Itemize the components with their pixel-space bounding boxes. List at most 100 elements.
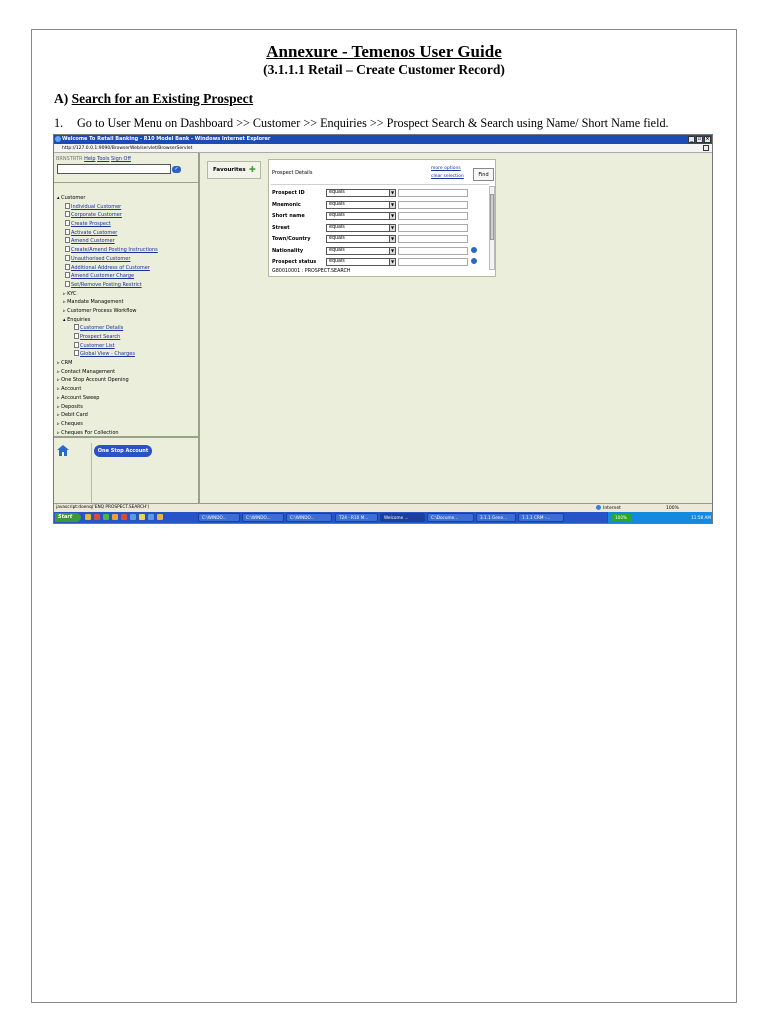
close-icon[interactable]: × (704, 136, 711, 143)
menu-item-label[interactable]: KYC (67, 291, 76, 297)
clear-selection-link[interactable]: clear selection (431, 174, 464, 179)
quick-launch-icon[interactable] (139, 514, 145, 520)
taskbar-item[interactable]: C:\Docume... (427, 513, 474, 522)
menu-item-label[interactable]: Create/Amend Posting Instructions (71, 247, 158, 253)
quick-launch-icon[interactable] (103, 514, 109, 520)
menu-item[interactable]: Customer Details (57, 324, 158, 333)
taskbar-item[interactable]: Welcome ... (380, 513, 425, 522)
chevron-down-icon[interactable]: ▼ (389, 201, 395, 208)
operator-value[interactable]: equals (329, 225, 345, 230)
menu-item[interactable]: ▹ Customer Process Workflow (57, 307, 158, 316)
menu-item[interactable]: ▹ KYC (57, 290, 158, 299)
chevron-down-icon[interactable]: ▼ (389, 224, 395, 231)
operator-select[interactable]: equals ▼ (326, 246, 396, 255)
menu-item-label[interactable]: Activate Customer (71, 230, 117, 236)
operator-select[interactable]: equals ▼ (326, 212, 396, 220)
taskbar-item[interactable]: 3.1.1 Gene... (476, 513, 516, 522)
menu-item[interactable]: Additional Address of Customer (57, 263, 158, 273)
menu-item-label[interactable]: Cheques (61, 421, 83, 427)
operator-value[interactable]: equals (329, 213, 345, 218)
menu-item[interactable]: ▹ Debit Card (57, 411, 158, 420)
operator-select[interactable]: equals ▼ (326, 189, 396, 197)
menu-item-label[interactable]: Corporate Customer (71, 212, 122, 218)
taskbar-item[interactable]: 1.1.1 CRM -... (518, 513, 564, 522)
chevron-down-icon[interactable]: ▼ (389, 213, 395, 219)
operator-select[interactable]: equals ▼ (326, 235, 396, 243)
criteria-value-input[interactable] (398, 200, 468, 209)
address-bar[interactable]: http://127.0.0.1:9090/BrowserWeb/servlet… (54, 144, 712, 153)
operator-value[interactable]: equals (329, 202, 345, 207)
menu-item[interactable]: Amend Customer (57, 237, 158, 246)
help-link[interactable]: Help (84, 156, 95, 162)
chevron-down-icon[interactable]: ▼ (389, 259, 395, 265)
operator-select[interactable]: equals ▼ (326, 200, 396, 209)
menu-item-label[interactable]: CRM (61, 360, 72, 366)
tools-link[interactable]: Tools (97, 156, 109, 162)
taskbar-item[interactable]: C:\WINDO... (242, 513, 284, 522)
home-icon[interactable] (57, 445, 69, 456)
menu-item[interactable]: ▴ Enquiries (57, 316, 158, 325)
criteria-value-input[interactable] (398, 258, 468, 266)
menu-item-label[interactable]: Account (61, 386, 81, 392)
menu-item-label[interactable]: Mandate Management (67, 299, 123, 305)
maximize-icon[interactable]: ▫ (696, 136, 703, 143)
quick-launch-icon[interactable] (94, 514, 100, 520)
operator-value[interactable]: equals (329, 259, 345, 264)
scroll-thumb[interactable] (490, 194, 494, 240)
menu-item[interactable]: ▹ One Stop Account Opening (57, 376, 158, 385)
favourites-label[interactable]: Favourites (213, 167, 246, 173)
panel-scrollbar[interactable] (489, 186, 495, 270)
menu-item[interactable]: Customer List (57, 341, 158, 351)
operator-value[interactable]: equals (329, 236, 345, 241)
minimize-icon[interactable]: _ (688, 136, 695, 143)
menu-item-label[interactable]: Additional Address of Customer (71, 265, 150, 271)
operator-value[interactable]: equals (329, 248, 345, 253)
address-url[interactable]: http://127.0.0.1:9090/BrowserWeb/servlet… (62, 146, 192, 151)
command-input[interactable] (57, 164, 171, 174)
find-button[interactable]: Find (473, 168, 494, 181)
chevron-down-icon[interactable]: ▼ (389, 190, 395, 196)
menu-item[interactable]: ▹ CRM (57, 359, 158, 368)
menu-item[interactable]: Amend Customer Charge (57, 272, 158, 281)
menu-item-label[interactable]: Prospect Search (80, 334, 120, 340)
menu-item-label[interactable]: One Stop Account Opening (61, 377, 129, 383)
menu-item-label[interactable]: Debit Card (61, 412, 88, 418)
menu-item[interactable]: Set/Remove Posting Restrict (57, 280, 158, 290)
menu-item-label[interactable]: Global View - Charges (80, 351, 135, 357)
start-button[interactable]: Start (55, 513, 81, 522)
favourites-star-icon[interactable]: ✚ (249, 166, 257, 174)
menu-item-label[interactable]: Customer List (80, 343, 115, 349)
menu-item-label[interactable]: Amend Customer (71, 238, 115, 244)
taskbar-item[interactable]: C:\WINDO... (286, 513, 332, 522)
menu-item-label[interactable]: Individual Customer (71, 204, 121, 210)
menu-item[interactable]: Global View - Charges (57, 350, 158, 359)
address-dropdown-icon[interactable] (703, 145, 709, 151)
menu-item-label[interactable]: Enquiries (67, 317, 90, 323)
quick-launch-icon[interactable] (85, 514, 91, 520)
menu-item-label[interactable]: Cheques For Collection (61, 430, 118, 436)
criteria-value-input[interactable] (398, 223, 468, 232)
menu-item-label[interactable]: Customer Process Workflow (67, 308, 136, 314)
menu-item[interactable]: Unauthorised Customer (57, 254, 158, 264)
menu-item-label[interactable]: Deposits (61, 404, 83, 410)
quick-launch-icon[interactable] (121, 514, 127, 520)
menu-item[interactable]: ▹ Cheques (57, 420, 158, 429)
menu-item[interactable]: ▹ Account (57, 385, 158, 394)
menu-item-label[interactable]: Customer Details (80, 325, 123, 331)
menu-item[interactable]: Create Prospect (57, 220, 158, 229)
menu-item[interactable]: ▹ Mandate Management (57, 298, 158, 307)
go-button[interactable]: ✓ (172, 166, 181, 173)
menu-item[interactable]: Prospect Search (57, 333, 158, 342)
quick-launch-icon[interactable] (157, 514, 163, 520)
menu-item-label[interactable]: Customer (61, 195, 85, 201)
menu-item[interactable]: Corporate Customer (57, 211, 158, 220)
sign-off-link[interactable]: Sign Off (111, 156, 131, 162)
menu-item[interactable]: Create/Amend Posting Instructions (57, 246, 158, 255)
taskbar-item[interactable]: T24 - R10 M... (335, 513, 378, 522)
lookup-icon[interactable] (471, 246, 477, 253)
lookup-icon[interactable] (471, 258, 477, 264)
operator-select[interactable]: equals ▼ (326, 223, 396, 232)
operator-value[interactable]: equals (329, 190, 345, 195)
menu-item[interactable]: Activate Customer (57, 228, 158, 238)
more-options-link[interactable]: more options (431, 166, 461, 171)
